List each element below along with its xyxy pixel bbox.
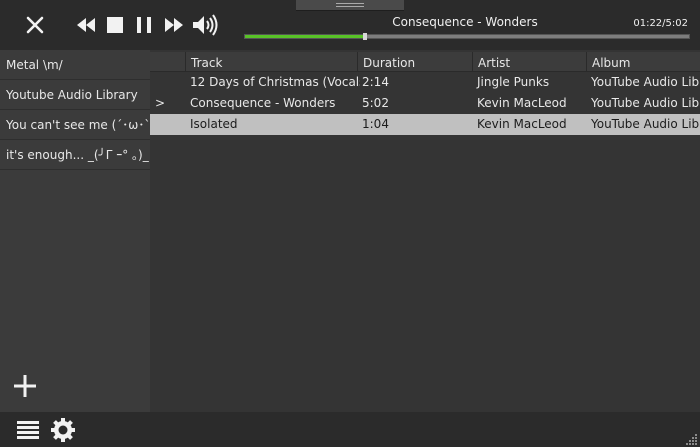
column-header-album[interactable]: Album — [586, 52, 700, 71]
track-table: Track Duration Artist Album 12 Days of C… — [150, 50, 700, 412]
artist-cell: Kevin MacLeod — [477, 96, 567, 110]
duration-cell: 2:14 — [362, 75, 389, 89]
skip-forward-icon — [165, 18, 183, 32]
playlist-item-metal[interactable]: Metal \m/ — [0, 50, 150, 80]
list-icon — [17, 421, 39, 439]
volume-button[interactable] — [191, 10, 219, 40]
album-cell: YouTube Audio Library — [591, 75, 700, 89]
next-track-button[interactable] — [162, 10, 186, 40]
now-playing-title: Consequence - Wonders — [392, 15, 538, 29]
album-cell: YouTube Audio Library — [591, 117, 700, 131]
playlist-item-you-cant-see-me[interactable]: You can't see me (´･ω･`) — [0, 110, 150, 140]
playlist-item-its-enough[interactable]: it's enough... _(╯Γ ｰ° ｡)_ — [0, 140, 150, 170]
artist-cell: Jingle Punks — [477, 75, 550, 89]
close-icon — [26, 16, 44, 34]
table-row[interactable]: 12 Days of Christmas (Vocals) 2:14 Jingl… — [150, 72, 700, 93]
album-cell: YouTube Audio Library — [591, 96, 700, 110]
artist-cell: Kevin MacLeod — [477, 117, 567, 131]
bottom-bar — [0, 412, 700, 447]
stop-icon — [107, 17, 123, 33]
seek-progress — [245, 35, 365, 38]
volume-icon — [193, 14, 218, 36]
plus-icon — [14, 375, 36, 397]
window-drag-handle[interactable] — [296, 0, 404, 11]
close-button[interactable] — [22, 10, 48, 40]
track-cell: Consequence - Wonders — [190, 96, 336, 110]
resize-grip-icon[interactable] — [686, 433, 698, 445]
track-cell: 12 Days of Christmas (Vocals) — [190, 75, 360, 89]
pause-icon — [137, 17, 151, 33]
stop-button[interactable] — [104, 10, 126, 40]
duration-cell: 5:02 — [362, 96, 389, 110]
menu-button[interactable] — [16, 420, 40, 440]
settings-button[interactable] — [50, 417, 76, 443]
table-row-selected[interactable]: Isolated 1:04 Kevin MacLeod YouTube Audi… — [150, 114, 700, 135]
column-header-duration[interactable]: Duration — [357, 52, 472, 71]
track-cell: Isolated — [190, 117, 238, 131]
playing-marker: > — [155, 96, 166, 110]
table-header: Track Duration Artist Album — [150, 52, 700, 72]
column-header-marker[interactable] — [150, 52, 185, 71]
column-header-track[interactable]: Track — [185, 52, 360, 71]
playing-marker — [150, 114, 185, 135]
column-header-artist[interactable]: Artist — [472, 52, 587, 71]
seek-bar[interactable] — [244, 33, 690, 40]
add-playlist-button[interactable] — [12, 373, 38, 399]
pause-button[interactable] — [133, 10, 155, 40]
playing-marker — [150, 72, 185, 93]
playlist-sidebar: Metal \m/ Youtube Audio Library You can'… — [0, 50, 150, 412]
top-bar: Consequence - Wonders 01:22/5:02 — [0, 0, 700, 50]
gear-icon — [51, 418, 75, 442]
duration-cell: 1:04 — [362, 117, 389, 131]
skip-back-icon — [77, 18, 95, 32]
table-row[interactable]: > Consequence - Wonders 5:02 Kevin MacLe… — [150, 93, 700, 114]
playlist-item-youtube-audio-library[interactable]: Youtube Audio Library — [0, 80, 150, 110]
previous-track-button[interactable] — [74, 10, 98, 40]
time-readout: 01:22/5:02 — [633, 18, 688, 29]
seek-handle[interactable] — [362, 33, 367, 40]
